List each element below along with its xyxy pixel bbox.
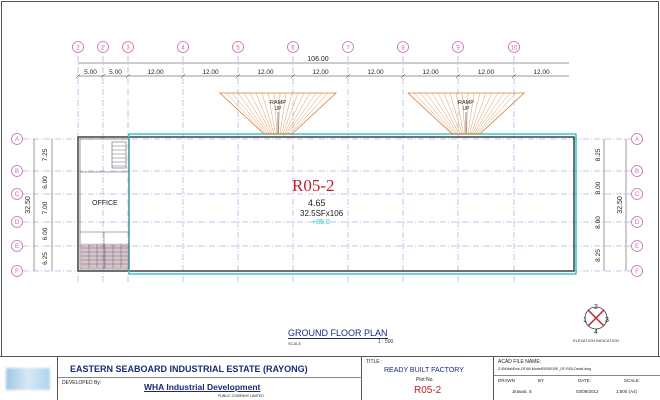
row-dim-text-left: 6.00	[42, 176, 49, 189]
title-value: READY BUILT FACTORY	[384, 367, 464, 374]
ramp-sub-label: UP	[463, 106, 471, 112]
ramp-hatch	[475, 92, 505, 135]
overall-dim-text: 106.00	[307, 56, 329, 63]
overall-dim-right: 32.50	[617, 196, 624, 214]
file-cell: ACAD FILE NAME: Z:\BKdai\Esie-DF\All Mod…	[494, 356, 660, 400]
col-dim-text: 5.00	[84, 69, 97, 76]
acad-label: ACAD FILE NAME:	[498, 359, 542, 365]
row-dim-text-left: 7.25	[42, 148, 49, 161]
col-dim-text: 12.00	[202, 69, 219, 76]
row-dim-text-left: 7.00	[42, 201, 49, 214]
grid-col-label: 2'	[101, 46, 105, 52]
row-dim-text-right: 8.00	[595, 181, 602, 194]
ramp-hatch	[225, 92, 266, 135]
stair-hatch	[111, 141, 127, 169]
row-dim-text-left: 6.00	[42, 227, 49, 240]
plot-label: Plot No.	[416, 377, 434, 383]
grid-row-label-right: A	[635, 137, 639, 143]
grid-row-label-left: F	[15, 269, 19, 275]
company-logo	[6, 368, 50, 390]
developer-name: WHA Industrial Development	[144, 382, 261, 392]
ramp-hatch	[413, 92, 454, 135]
unit-elevation: +85.0	[312, 219, 330, 226]
plan-title: GROUND FLOOR PLAN	[288, 328, 388, 339]
building-wall-cyan	[128, 133, 577, 275]
col-dim-text: 12.00	[367, 69, 384, 76]
col-dim-text: 12.00	[422, 69, 439, 76]
building-outline	[77, 136, 575, 272]
compass-number: 3	[605, 317, 609, 324]
plan-scale-label: SCALE	[288, 341, 302, 346]
col-dim-text: 12.00	[257, 69, 274, 76]
drawing-frame: 2 2' 3 4 5 6 7 8 9 10 106.00 5.00 5.00 12.00 12.00 12.0…	[0, 0, 660, 400]
grid-row-label-right: B	[635, 169, 639, 175]
overall-dim-left: 32.50	[25, 196, 32, 214]
ramp-hatch	[472, 92, 493, 135]
col-dim-text: 12.00	[147, 69, 164, 76]
acad-value: Z:\BKdai\Esie-DF\All Model\R05\ESIE_DF-R…	[498, 367, 591, 371]
title-label: TITLE :	[366, 359, 383, 365]
ramp-hatch	[243, 92, 270, 135]
estate-cell: EASTERN SEABOARD INDUSTRIAL ESTATE (RAYO…	[58, 356, 362, 400]
ramp-hatch	[287, 92, 317, 135]
title-block: EASTERN SEABOARD INDUSTRIAL ESTATE (RAYO…	[0, 356, 660, 400]
plot-value: R05-2	[414, 385, 442, 396]
unit-size: 32.5SFx106	[300, 209, 344, 218]
grid-row-label-left: A	[15, 137, 19, 143]
ramp-hatch	[473, 92, 499, 135]
ramp-hatch	[290, 92, 329, 135]
drawn-label: DRAWN	[498, 378, 515, 383]
ramps	[218, 92, 526, 135]
title-cell: TITLE : READY BUILT FACTORY Plot No. R05…	[362, 356, 494, 400]
developed-by-label: DEVELOPED By:	[62, 380, 102, 386]
ramp-hatch	[431, 92, 458, 135]
scale-value: 1:500 (A4)	[616, 389, 638, 394]
compass-number: 1	[583, 317, 587, 324]
date-value: 03/09/2012	[576, 389, 599, 394]
col-dim-text: 12.00	[312, 69, 329, 76]
grid-row-label-left: E	[15, 244, 19, 250]
unit-id: R05-2	[292, 176, 335, 195]
grid-row-label-left: C	[15, 192, 20, 198]
logo-cell	[0, 356, 58, 400]
ramp-sub-label: UP	[275, 106, 283, 112]
unit-level: 4.65	[308, 198, 326, 208]
col-dim-text: 5.00	[109, 69, 122, 76]
ramp-hatch	[288, 92, 323, 135]
compass-number: 2	[594, 304, 598, 311]
row-dim-text-right: 8.25	[595, 148, 602, 161]
ramp-hatch	[476, 92, 511, 135]
ramp-hatch	[419, 92, 455, 135]
ramp-hatch	[231, 92, 267, 135]
office-label: OFFICE	[92, 200, 118, 207]
plan-scale-value: 1 : 500	[378, 339, 394, 345]
estate-name: EASTERN SEABOARD INDUSTRIAL ESTATE (RAYO…	[70, 364, 308, 374]
row-dim-text-right: 8.00	[595, 216, 602, 229]
by-label: BY	[538, 378, 545, 383]
compass-number: 4	[594, 329, 598, 336]
col-dim-text: 12.00	[533, 69, 550, 76]
elevation-indicator-label: ELEVATION INDICATION	[573, 338, 619, 343]
row-dim-text-left: 6.25	[42, 252, 49, 265]
grid-col-label: 10	[511, 46, 518, 52]
date-label: DATE:	[578, 378, 591, 383]
ramp-hatch	[285, 92, 311, 135]
grid-row-label-left: D	[15, 220, 20, 226]
grid-row-label-left: B	[15, 169, 19, 175]
toilet-hatch	[80, 243, 130, 269]
ramp-hatch	[478, 92, 517, 135]
scale-label: SCALE:	[624, 378, 641, 383]
ramp-hatch	[284, 92, 305, 135]
row-dim-text-right: 8.25	[595, 249, 602, 262]
grid-row-label-right: D	[635, 220, 640, 226]
grid-row-label-right: F	[635, 269, 639, 275]
grid-row-label-right: E	[635, 244, 639, 250]
col-dim-text: 12.00	[478, 69, 495, 76]
drawn-by: Jirawat. S	[512, 389, 532, 394]
grid-row-label-right: C	[635, 192, 640, 198]
developer-sub: PUBLIC COMPANY LIMITED	[218, 394, 264, 398]
